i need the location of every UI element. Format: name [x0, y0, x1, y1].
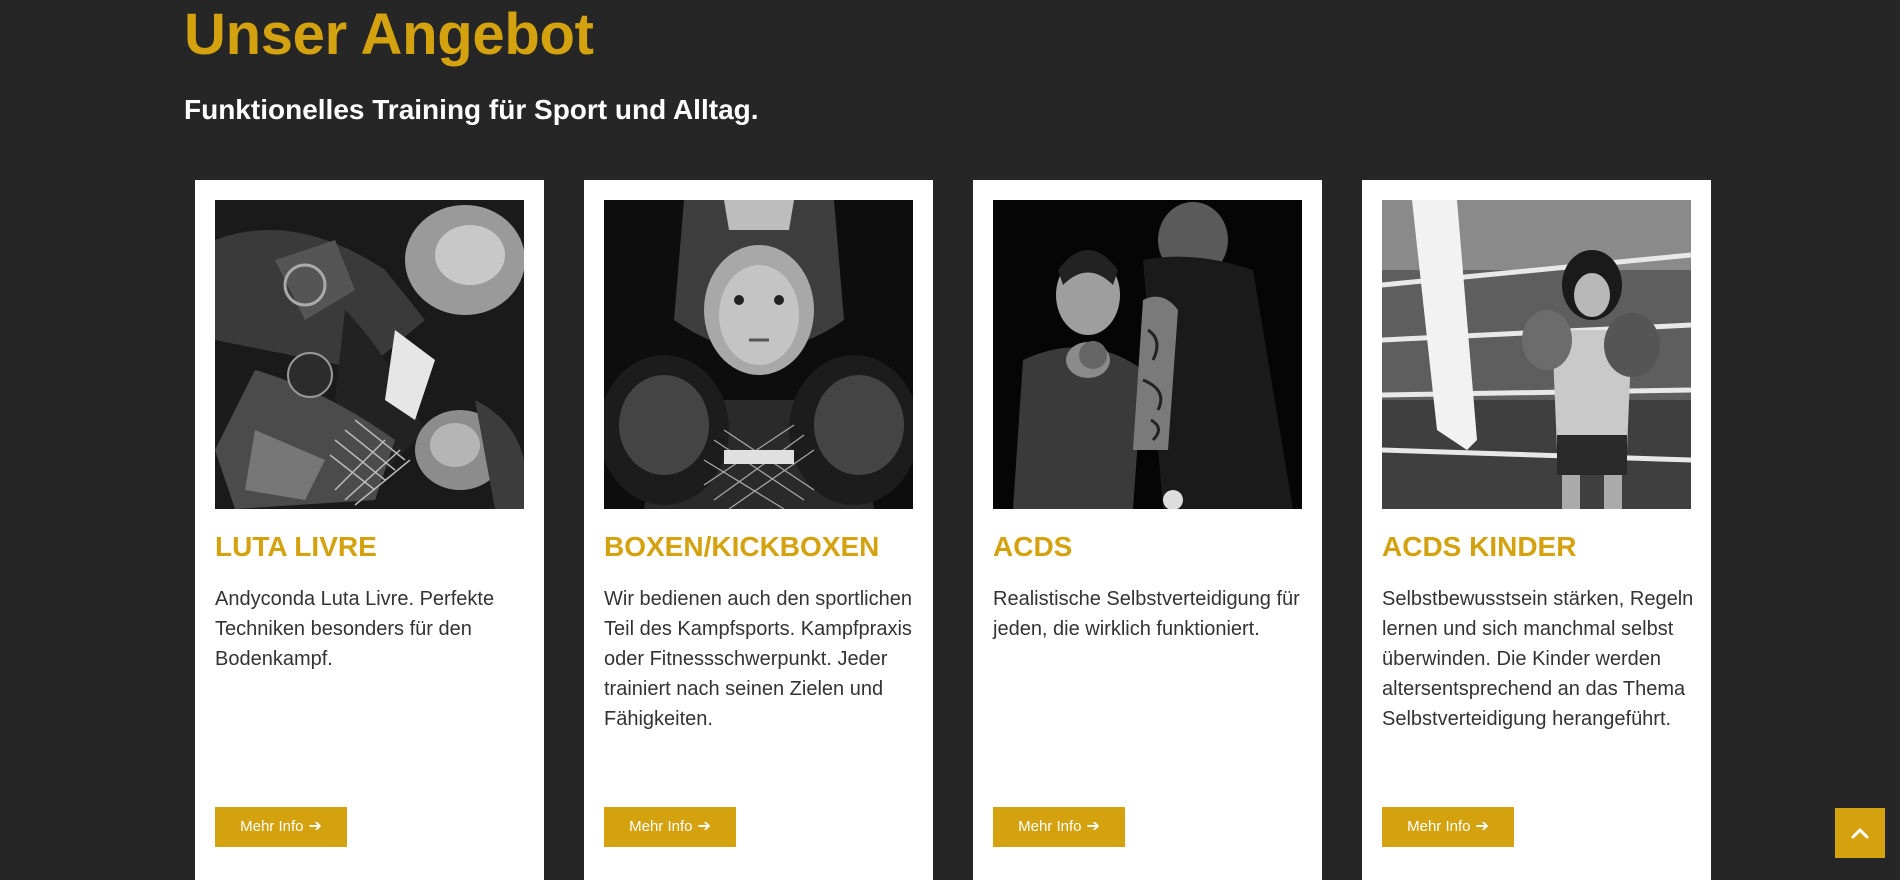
chevron-up-icon — [1851, 828, 1869, 839]
button-label: Mehr Info — [240, 818, 304, 835]
card-title: ACDS — [993, 531, 1073, 562]
arrow-right-icon: ➔ — [697, 818, 711, 835]
arrow-right-icon: ➔ — [1086, 818, 1100, 835]
arrow-right-icon: ➔ — [1475, 818, 1489, 835]
card-description: Selbstbewusstsein stärken, Regeln lernen… — [1382, 588, 1694, 730]
arrow-right-icon: ➔ — [308, 818, 322, 835]
more-info-button-boxen-kickboxen[interactable]: Mehr Info ➔ — [604, 807, 736, 847]
card-description: Realistische Selbstverteidigung für jede… — [993, 588, 1300, 640]
card-title: BOXEN/KICKBOXEN — [604, 531, 880, 562]
more-info-button-luta-livre[interactable]: Mehr Info ➔ — [215, 807, 347, 847]
more-info-button-acds[interactable]: Mehr Info ➔ — [993, 807, 1125, 847]
section-title: Unser Angebot — [184, 2, 594, 67]
card-title: LUTA LIVRE — [215, 531, 377, 562]
kids-boxing-photo — [1382, 200, 1691, 509]
button-label: Mehr Info — [1407, 818, 1471, 835]
button-label: Mehr Info — [1018, 818, 1082, 835]
card-description: Andyconda Luta Livre. Perfekte Techniken… — [215, 588, 495, 670]
scroll-to-top-button[interactable] — [1835, 808, 1885, 858]
card-title: ACDS KINDER — [1382, 531, 1577, 562]
offer-card-acds-kinder: ACDS KINDER Selbstbewusstsein stärken, R… — [1362, 180, 1711, 880]
more-info-button-acds-kinder[interactable]: Mehr Info ➔ — [1382, 807, 1514, 847]
boxer-photo — [604, 200, 913, 509]
offer-card-acds: ACDS Realistische Selbstverteidigung für… — [973, 180, 1322, 880]
section-subtitle: Funktionelles Training für Sport und All… — [184, 94, 759, 125]
self-defense-photo — [993, 200, 1302, 509]
offer-card-luta-livre: LUTA LIVRE Andyconda Luta Livre. Perfekt… — [195, 180, 544, 880]
grappling-photo — [215, 200, 524, 509]
card-description: Wir bedienen auch den sportlichen Teil d… — [604, 588, 912, 730]
button-label: Mehr Info — [629, 818, 693, 835]
offer-card-boxen-kickboxen: BOXEN/KICKBOXEN Wir bedienen auch den sp… — [584, 180, 933, 880]
